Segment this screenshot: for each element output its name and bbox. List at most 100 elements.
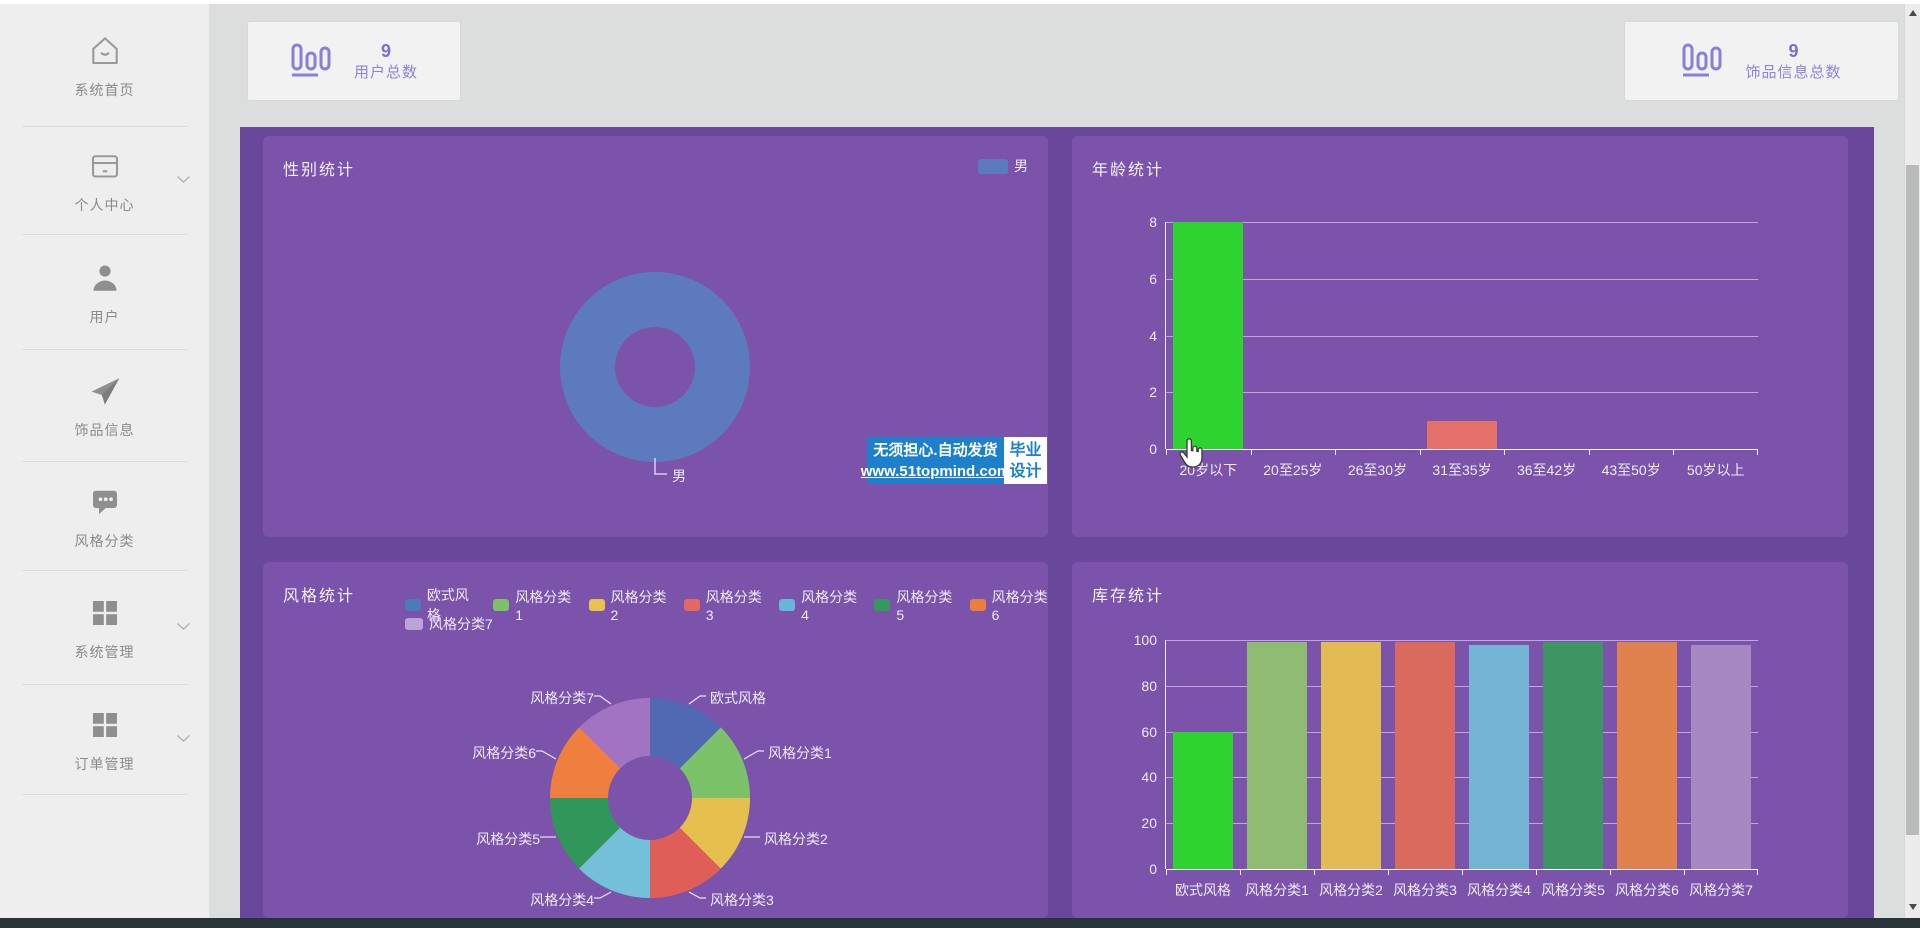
gender-legend-item[interactable]: 男 <box>978 156 1028 176</box>
x-axis-tick <box>1240 869 1241 875</box>
style-legend-item[interactable]: 风格分类4 <box>779 585 857 625</box>
chevron-down-icon <box>176 618 191 636</box>
age-chart-panel: 年龄统计 0246820岁以下20至25岁26至30岁31至35岁36至42岁4… <box>1072 136 1848 537</box>
y-axis-line <box>1165 222 1166 449</box>
x-category-label: 风格分类4 <box>1467 880 1531 900</box>
x-axis-tick <box>1536 869 1537 875</box>
gridline-0 <box>1166 449 1758 450</box>
y-axis-label: 8 <box>1149 214 1166 230</box>
sidebar-item-5[interactable]: 风格分类 <box>0 462 209 571</box>
items-total-value: 9 <box>1788 39 1798 63</box>
paperplane-icon <box>86 372 124 410</box>
users-total-value: 9 <box>381 39 391 63</box>
style-legend-item[interactable]: 风格分类2 <box>589 585 667 625</box>
style-legend-item[interactable]: 风格分类1 <box>493 585 571 625</box>
idcard-icon <box>86 147 124 185</box>
legend-label: 风格分类3 <box>706 587 762 623</box>
x-category-label: 43至50岁 <box>1602 460 1661 480</box>
age-chart-title: 年龄统计 <box>1092 156 1164 180</box>
legend-swatch <box>405 618 423 630</box>
x-category-label: 26至30岁 <box>1348 460 1407 480</box>
legend-swatch <box>589 599 605 611</box>
watermark-text-box: 无须担心.自动发货 www.51topmind.com <box>867 437 1004 484</box>
legend-label: 风格分类2 <box>611 587 667 623</box>
stat-card-items: 9 饰品信息总数 <box>1625 22 1898 100</box>
legend-label: 风格分类7 <box>429 614 493 634</box>
chevron-down-icon <box>176 171 191 189</box>
bar-欧式风格[interactable] <box>1173 732 1233 869</box>
sidebar-item-label: 饰品信息 <box>75 420 135 440</box>
gender-donut[interactable] <box>560 272 750 462</box>
x-category-label: 20至25岁 <box>1263 460 1322 480</box>
x-category-label: 风格分类5 <box>1541 880 1605 900</box>
x-axis-tick <box>1673 449 1674 455</box>
users-total-label: 用户总数 <box>354 63 418 83</box>
sidebar-item-2[interactable]: 个人中心 <box>0 127 209 235</box>
sidebar-item-6[interactable]: 系统管理 <box>0 571 209 685</box>
style-legend-item[interactable]: 风格分类7 <box>405 614 493 634</box>
gridline-6 <box>1166 279 1758 280</box>
sidebar-item-4[interactable]: 饰品信息 <box>0 350 209 462</box>
x-category-label: 风格分类3 <box>1393 880 1457 900</box>
bar-31至35岁[interactable] <box>1427 421 1497 449</box>
style-slice-label: 风格分类7 <box>520 688 594 708</box>
sidebar-item-label: 订单管理 <box>75 754 135 774</box>
style-legend-item[interactable]: 风格分类5 <box>874 585 952 625</box>
gridline-100 <box>1166 640 1758 641</box>
legend-swatch <box>978 159 1008 174</box>
scrollbar-thumb[interactable] <box>1906 165 1919 835</box>
sidebar-item-3[interactable]: 用户 <box>0 235 209 350</box>
y-axis-label: 6 <box>1149 271 1166 287</box>
user-icon <box>86 259 124 297</box>
bar-风格分类6[interactable] <box>1617 642 1677 869</box>
watermark-ad[interactable]: 无须担心.自动发货 www.51topmind.com 毕业 设计 <box>867 437 1047 484</box>
style-legend-item[interactable]: 风格分类3 <box>684 585 762 625</box>
legend-label: 风格分类5 <box>896 587 952 623</box>
x-category-label: 风格分类6 <box>1615 880 1679 900</box>
bar-20岁以下[interactable] <box>1173 222 1243 449</box>
gender-slice-label: 男 <box>672 466 686 486</box>
dashboard-canvas: 性别统计 男 男 年龄统计 0246820岁以下20至25岁26至30岁31至3… <box>240 127 1874 918</box>
sidebar-item-1[interactable]: 系统首页 <box>0 4 209 127</box>
legend-swatch <box>493 599 509 611</box>
y-axis-label: 80 <box>1141 678 1166 694</box>
x-axis-tick <box>1166 449 1167 455</box>
scroll-up-arrow-icon[interactable] <box>1905 6 1920 20</box>
gender-chart-title: 性别统计 <box>283 156 355 180</box>
age-plot-area: 0246820岁以下20至25岁26至30岁31至35岁36至42岁43至50岁… <box>1166 222 1758 449</box>
chat-dots-icon <box>86 483 124 521</box>
vertical-scrollbar[interactable] <box>1904 4 1920 918</box>
bar-风格分类5[interactable] <box>1543 642 1603 869</box>
y-axis-label: 20 <box>1141 815 1166 831</box>
style-donut[interactable] <box>550 698 750 898</box>
gridline-4 <box>1166 336 1758 337</box>
sidebar-item-7[interactable]: 订单管理 <box>0 685 209 795</box>
chevron-down-icon <box>176 730 191 748</box>
gridline-2 <box>1166 392 1758 393</box>
style-slice-label: 风格分类2 <box>764 829 828 849</box>
bar-风格分类2[interactable] <box>1321 642 1381 869</box>
items-total-label: 饰品信息总数 <box>1745 63 1841 83</box>
bar-风格分类4[interactable] <box>1469 645 1529 869</box>
style-legend-item[interactable]: 风格分类6 <box>970 585 1048 625</box>
bar-风格分类1[interactable] <box>1247 642 1307 869</box>
bar-风格分类7[interactable] <box>1691 645 1751 869</box>
y-axis-label: 60 <box>1141 724 1166 740</box>
inventory-chart-panel: 库存统计 020406080100欧式风格风格分类1风格分类2风格分类3风格分类… <box>1072 562 1848 918</box>
x-axis-tick <box>1335 449 1336 455</box>
style-slice-label: 欧式风格 <box>710 688 766 708</box>
gender-donut-hole <box>615 327 695 407</box>
legend-swatch <box>779 599 795 611</box>
x-category-label: 风格分类2 <box>1319 880 1383 900</box>
x-axis-tick <box>1684 869 1685 875</box>
legend-label: 风格分类4 <box>801 587 857 623</box>
style-slice-label: 风格分类4 <box>520 890 594 910</box>
window-top-strip <box>0 0 1920 4</box>
bar-风格分类3[interactable] <box>1395 642 1455 869</box>
watermark-url[interactable]: www.51topmind.com <box>861 461 1010 482</box>
sidebar-item-label: 风格分类 <box>75 531 135 551</box>
x-axis-tick <box>1166 869 1167 875</box>
stat-card-users: 9 用户总数 <box>248 22 460 100</box>
x-category-label: 风格分类7 <box>1689 880 1753 900</box>
scroll-down-arrow-icon[interactable] <box>1905 900 1920 914</box>
